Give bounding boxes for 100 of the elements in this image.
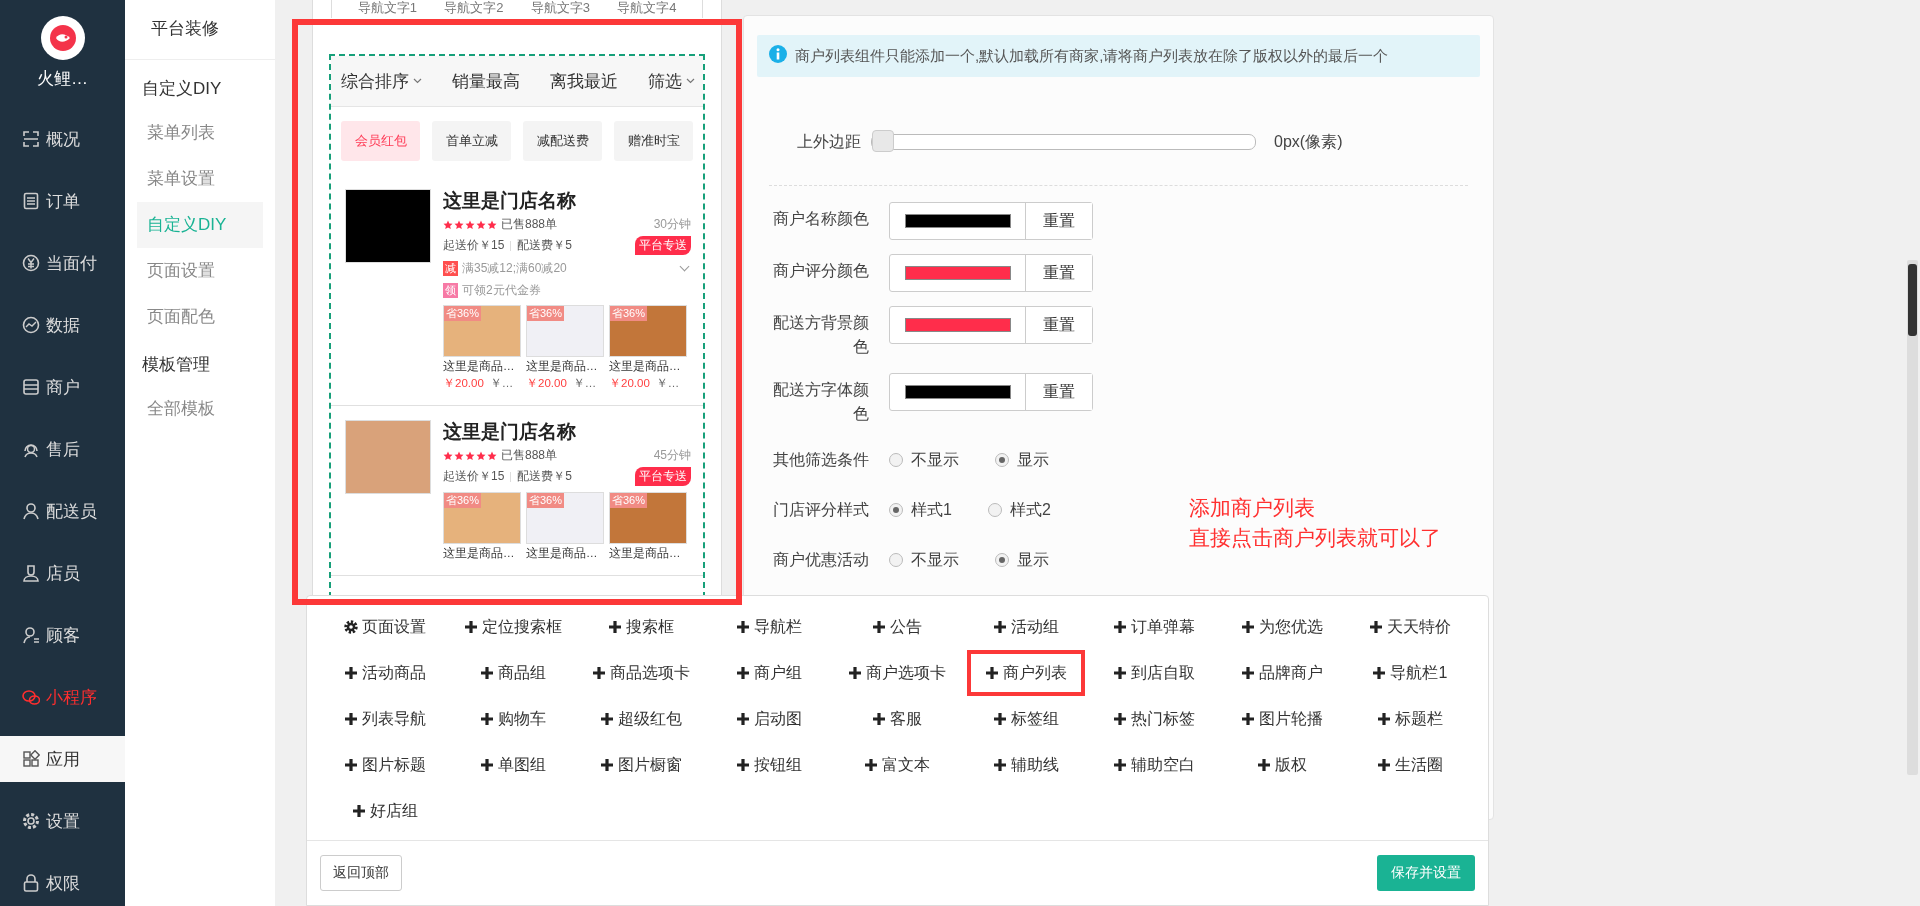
radio-option[interactable]: 样式2 xyxy=(987,499,1051,521)
plus-icon xyxy=(480,712,495,726)
submenu-item[interactable]: 菜单列表 xyxy=(137,110,263,156)
add-widget-button[interactable]: 商户组 xyxy=(728,650,811,696)
filter-chip[interactable]: 首单立减 xyxy=(432,121,511,161)
radio-button[interactable] xyxy=(995,553,1009,567)
nav-item[interactable]: 售后 xyxy=(0,418,125,480)
store-name: 这里是门店名称 xyxy=(443,189,577,213)
add-widget-button[interactable]: 启动图 xyxy=(728,696,811,742)
radio-option[interactable]: 样式1 xyxy=(889,499,952,521)
plus-icon xyxy=(736,712,751,726)
nav-item[interactable]: 当面付 xyxy=(0,232,125,294)
scrollbar-thumb[interactable] xyxy=(1908,264,1917,336)
nav-item[interactable]: 店员 xyxy=(0,542,125,604)
sort-tab[interactable]: 综合排序 xyxy=(341,69,422,93)
add-widget-button[interactable]: 超级红包 xyxy=(592,696,691,742)
color-picker[interactable]: 重置 xyxy=(889,254,1093,292)
add-widget-button[interactable]: 到店自取 xyxy=(1104,650,1203,696)
add-widget-button[interactable]: 商品选项卡 xyxy=(584,650,699,696)
radio-button[interactable] xyxy=(889,553,903,567)
nav-item[interactable]: 概况 xyxy=(0,108,125,170)
add-widget-button[interactable]: 为您优选 xyxy=(1232,604,1331,650)
back-to-top-button[interactable]: 返回顶部 xyxy=(320,855,402,891)
filter-chip[interactable]: 赠准时宝 xyxy=(614,121,693,161)
add-widget-button[interactable]: 列表导航 xyxy=(336,696,435,742)
add-widget-button[interactable]: 客服 xyxy=(864,696,931,742)
sort-tab[interactable]: 离我最近 xyxy=(550,69,618,93)
plus-icon xyxy=(344,758,359,772)
product-name: 这里是商品… xyxy=(526,359,599,374)
add-widget-button[interactable]: 商品组 xyxy=(472,650,555,696)
add-widget-button[interactable]: 图片橱窗 xyxy=(592,742,691,788)
nav-item[interactable]: 小程序 xyxy=(0,666,125,728)
radio-option[interactable]: 不显示 xyxy=(889,449,959,471)
add-widget-button[interactable]: 生活圈 xyxy=(1368,742,1451,788)
add-widget-button[interactable]: 按钮组 xyxy=(728,742,811,788)
plus-icon xyxy=(1372,666,1387,680)
discount-badge: 省36% xyxy=(527,493,565,508)
submenu-item[interactable]: 页面设置 xyxy=(137,248,263,294)
add-widget-button[interactable]: 富文本 xyxy=(856,742,939,788)
plus-icon xyxy=(1256,758,1271,772)
add-widget-button[interactable]: 天天特价 xyxy=(1360,604,1459,650)
submenu-item[interactable]: 全部模板 xyxy=(137,386,263,432)
submenu-item[interactable]: 页面配色 xyxy=(137,294,263,340)
nav-item[interactable]: 数据 xyxy=(0,294,125,356)
star-icon xyxy=(465,219,475,230)
slider-thumb[interactable] xyxy=(872,130,894,152)
plus-icon xyxy=(992,620,1007,634)
color-picker[interactable]: 重置 xyxy=(889,373,1093,411)
nav-item[interactable]: 设置 xyxy=(0,790,125,852)
radio-option[interactable]: 显示 xyxy=(995,449,1049,471)
add-widget-button[interactable]: 好店组 xyxy=(344,788,427,834)
add-widget-button[interactable]: 辅助空白 xyxy=(1104,742,1203,788)
plus-icon xyxy=(736,666,751,680)
product-price: ￥20.00 xyxy=(609,376,650,391)
submenu-item[interactable]: 菜单设置 xyxy=(137,156,263,202)
add-widget-button[interactable]: 单图组 xyxy=(472,742,555,788)
add-widget-button[interactable]: 品牌商户 xyxy=(1232,650,1331,696)
add-widget-button[interactable]: 辅助线 xyxy=(984,742,1067,788)
add-widget-button[interactable]: 商户选项卡 xyxy=(840,650,955,696)
add-widget-button[interactable]: 标题栏 xyxy=(1368,696,1451,742)
radio-option[interactable]: 不显示 xyxy=(889,549,959,571)
filter-chip[interactable]: 减配送费 xyxy=(523,121,602,161)
add-widget-button[interactable]: 版权 xyxy=(1248,742,1315,788)
add-widget-button[interactable]: 商户列表 xyxy=(966,650,1085,696)
add-widget-button[interactable]: 导航栏 xyxy=(728,604,811,650)
radio-button[interactable] xyxy=(987,503,1002,517)
add-widget-button[interactable]: 标签组 xyxy=(984,696,1067,742)
radio-option[interactable]: 显示 xyxy=(995,549,1049,571)
radio-button[interactable] xyxy=(995,453,1009,467)
plus-icon xyxy=(1376,712,1391,726)
nav-item[interactable]: 订单 xyxy=(0,170,125,232)
nav-item[interactable]: 配送员 xyxy=(0,480,125,542)
add-widget-button[interactable]: 热门标签 xyxy=(1104,696,1203,742)
radio-button[interactable] xyxy=(889,503,903,517)
add-widget-button[interactable]: 活动组 xyxy=(984,604,1067,650)
nav-item[interactable]: 商户 xyxy=(0,356,125,418)
add-widget-button[interactable]: 导航栏1 xyxy=(1364,650,1456,696)
star-icon xyxy=(465,450,475,461)
color-picker[interactable]: 重置 xyxy=(889,306,1093,344)
star-icon xyxy=(454,450,464,461)
add-widget-button[interactable]: 购物车 xyxy=(472,696,555,742)
nav-item[interactable]: 应用 xyxy=(0,736,125,782)
add-widget-button[interactable]: 定位搜索框 xyxy=(456,604,571,650)
person-icon xyxy=(22,502,40,520)
add-widget-button[interactable]: 订单弹幕 xyxy=(1104,604,1203,650)
sort-tab[interactable]: 销量最高 xyxy=(452,69,520,93)
nav-item[interactable]: 权限 xyxy=(0,852,125,906)
gear-icon xyxy=(22,812,40,830)
nav-item[interactable]: 顾客 xyxy=(0,604,125,666)
add-widget-button[interactable]: 活动商品 xyxy=(336,650,435,696)
add-widget-button[interactable]: 图片轮播 xyxy=(1232,696,1331,742)
color-picker[interactable]: 重置 xyxy=(889,202,1093,240)
radio-button[interactable] xyxy=(889,453,903,467)
add-widget-button[interactable]: 搜索框 xyxy=(600,604,683,650)
sort-tab[interactable]: 筛选 xyxy=(648,69,695,93)
plus-icon xyxy=(1376,758,1391,772)
promo-text: 满35减12;满60减20 xyxy=(462,260,691,277)
add-widget-button[interactable]: 图片标题 xyxy=(336,742,435,788)
add-widget-button[interactable]: 页面设置 xyxy=(336,604,435,650)
add-widget-button[interactable]: 公告 xyxy=(864,604,931,650)
